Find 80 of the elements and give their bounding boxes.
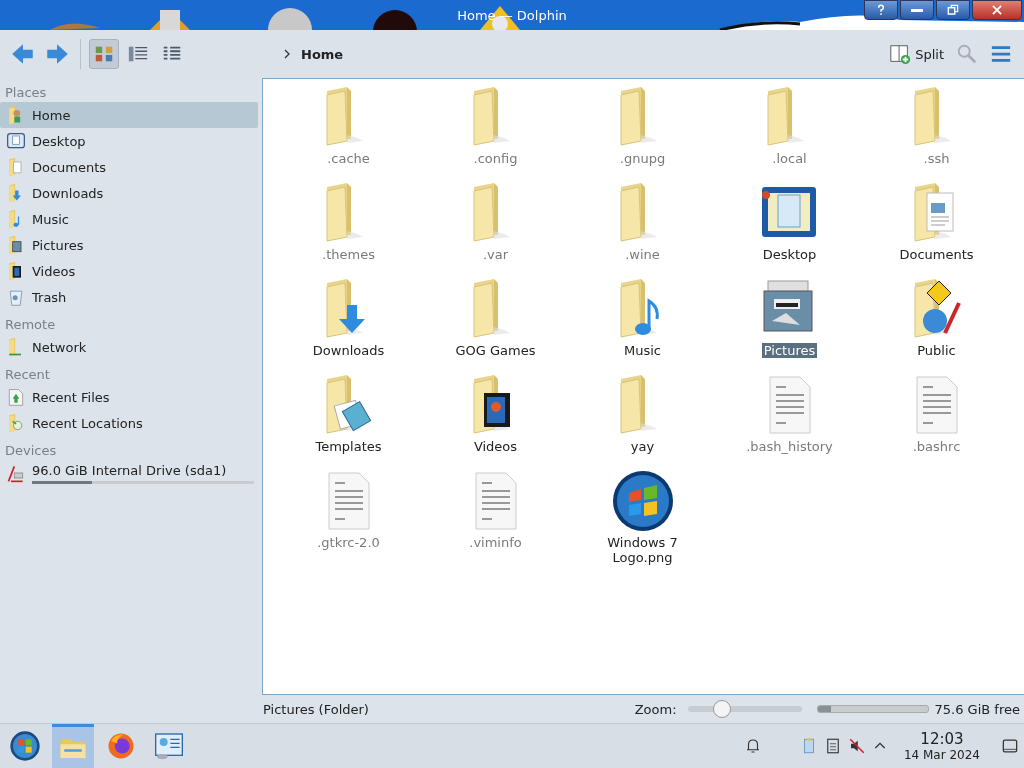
file-name[interactable]: .ssh xyxy=(921,151,952,166)
desktop-icon xyxy=(6,131,26,151)
file-name[interactable]: Pictures xyxy=(761,343,818,358)
drive-icon xyxy=(6,463,26,483)
file-name[interactable]: Desktop xyxy=(760,247,819,262)
file-name[interactable]: Templates xyxy=(313,439,384,454)
sidebar-item-label: Documents xyxy=(32,159,107,175)
muted-speaker-icon[interactable] xyxy=(847,737,866,755)
file-name[interactable]: .cache xyxy=(325,151,372,166)
clock-date[interactable]: 14 Mar 2024 xyxy=(903,748,980,762)
file-name[interactable]: yay xyxy=(628,439,657,454)
help-button[interactable] xyxy=(864,0,898,20)
section-heading: Devices xyxy=(4,442,58,460)
maximize-button[interactable] xyxy=(936,0,970,20)
sidebar-item[interactable]: Trash xyxy=(0,284,258,310)
file-name[interactable]: Documents xyxy=(897,247,976,262)
file-name[interactable]: .config xyxy=(471,151,520,166)
start-orb-icon xyxy=(9,730,41,762)
file-name[interactable]: .viminfo xyxy=(467,535,524,550)
breadcrumb-item[interactable]: Home xyxy=(301,46,344,62)
sidebar-item-label: Desktop xyxy=(32,133,86,149)
window-title: Home — Dolphin xyxy=(457,7,567,23)
file-name[interactable]: .wine xyxy=(623,247,662,262)
sidebar-item[interactable]: Home xyxy=(0,102,258,128)
close-icon xyxy=(990,3,1004,17)
file-name[interactable]: .gtkrc-2.0 xyxy=(315,535,382,550)
sidebar-item-label: Network xyxy=(32,339,87,355)
file-name[interactable]: Windows 7 Logo.png xyxy=(580,535,705,565)
sidebar-item[interactable]: Music xyxy=(0,206,258,232)
sidebar-item-label: 96.0 GiB Internal Drive (sda1) xyxy=(32,462,228,478)
sidebar-item-label: Recent Locations xyxy=(32,415,143,431)
recent-files-icon xyxy=(6,387,26,407)
close-button[interactable] xyxy=(972,0,1022,20)
file-name[interactable]: Public xyxy=(915,343,958,358)
sidebar-item[interactable]: Documents xyxy=(0,154,258,180)
section-heading: Places xyxy=(4,84,48,102)
file-name[interactable]: Videos xyxy=(471,439,520,454)
browser-icon xyxy=(106,731,136,761)
status-text: Pictures (Folder) xyxy=(263,701,370,717)
section-heading: Remote xyxy=(4,316,57,334)
split-view-icon xyxy=(889,43,912,65)
split-button[interactable]: Split xyxy=(885,39,948,69)
file-name[interactable]: GOG Games xyxy=(453,343,538,358)
sidebar-item[interactable]: Recent Files xyxy=(0,384,258,410)
sidebar-item[interactable]: Desktop xyxy=(0,128,258,154)
file-name[interactable]: Music xyxy=(622,343,663,358)
minimize-button[interactable] xyxy=(900,0,934,20)
sidebar-item[interactable]: Videos xyxy=(0,258,258,284)
taskbar-app[interactable] xyxy=(52,724,94,768)
slider-thumb[interactable] xyxy=(712,700,731,718)
clock-time[interactable]: 12:03 xyxy=(920,730,964,748)
sidebar-item-label: Pictures xyxy=(32,237,84,253)
file-name[interactable]: .bashrc xyxy=(910,439,963,454)
free-space-text: 75.6 GiB free xyxy=(934,701,1020,717)
zoom-label: Zoom: xyxy=(634,701,677,717)
file-name[interactable]: .gnupg xyxy=(617,151,668,166)
file-name[interactable]: Downloads xyxy=(310,343,387,358)
sidebar-item[interactable]: Pictures xyxy=(0,232,258,258)
sidebar-item[interactable]: Recent Locations xyxy=(0,410,258,436)
file-name[interactable]: .local xyxy=(770,151,809,166)
restore-icon xyxy=(946,3,960,17)
search-icon xyxy=(956,43,978,65)
sidebar-item[interactable]: Network xyxy=(0,334,258,360)
file-name[interactable]: .var xyxy=(480,247,511,262)
minimize-icon xyxy=(911,8,923,12)
image-file-icon[interactable] xyxy=(610,469,675,533)
file-name[interactable]: .bash_history xyxy=(744,439,835,454)
view-mode-button[interactable] xyxy=(89,39,119,69)
sidebar-item-label: Music xyxy=(32,211,69,227)
sidebar-item-label: Recent Files xyxy=(32,389,110,405)
sidebar-item[interactable]: Downloads xyxy=(0,180,258,206)
file-name[interactable]: .themes xyxy=(320,247,377,262)
menu-icon xyxy=(990,43,1012,65)
settings-panel-icon xyxy=(153,730,185,762)
sidebar-item-label: Trash xyxy=(32,289,67,305)
sidebar-item-label: Home xyxy=(32,107,71,123)
sidebar-item-label: Downloads xyxy=(32,185,104,201)
section-heading: Recent xyxy=(4,366,51,384)
sidebar-item-label: Videos xyxy=(32,263,76,279)
sidebar-item[interactable]: 96.0 GiB Internal Drive (sda1) xyxy=(0,460,258,486)
